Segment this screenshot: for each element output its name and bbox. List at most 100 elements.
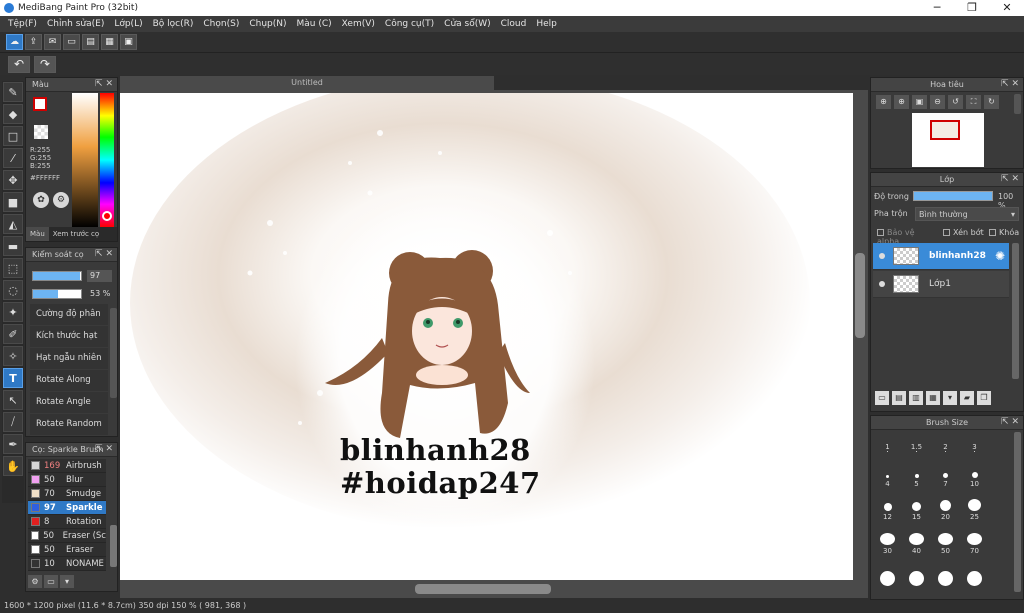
layer-opacity-slider[interactable]: [913, 191, 993, 201]
dot-tool-icon[interactable]: ⁄: [3, 148, 23, 168]
option-particle-size[interactable]: Kích thước hạt: [30, 326, 108, 347]
brush-size-option[interactable]: 10: [960, 466, 989, 488]
hue-slider[interactable]: [100, 93, 114, 227]
brush-menu-icon[interactable]: ▾: [60, 575, 74, 588]
brush-size-option[interactable]: [873, 566, 902, 588]
menu-file[interactable]: Tệp(F): [3, 16, 42, 32]
shape-tool-icon[interactable]: □: [3, 126, 23, 146]
magic-wand-tool-icon[interactable]: ✦: [3, 302, 23, 322]
navigator-viewport-frame[interactable]: [930, 120, 960, 140]
canvas-area[interactable]: blinhanh28 #hoidap247: [120, 90, 868, 598]
brush-item[interactable]: 10 NONAME: [28, 557, 106, 571]
new-8bit-layer-icon[interactable]: ▥: [909, 391, 923, 405]
brush-size-option[interactable]: 12: [873, 499, 902, 521]
brush-size-option[interactable]: 50: [931, 532, 960, 555]
brush-size-option[interactable]: 2: [931, 432, 960, 454]
brush-tool-icon[interactable]: ✎: [3, 82, 23, 102]
option-random-particles[interactable]: Hạt ngẫu nhiên: [30, 348, 108, 369]
lock-checkbox[interactable]: [989, 229, 996, 236]
brush-size-option[interactable]: 20: [931, 499, 960, 521]
zoom-in-icon[interactable]: ⊕: [894, 95, 909, 109]
select-pen-tool-icon[interactable]: ✐: [3, 324, 23, 344]
brush-size-option[interactable]: 25: [960, 499, 989, 521]
add-brush-icon[interactable]: ⚙: [28, 575, 42, 588]
move-tool-icon[interactable]: ✥: [3, 170, 23, 190]
blend-mode-select[interactable]: Bình thường ▾: [915, 207, 1019, 221]
option-rotate-angle[interactable]: Rotate Angle: [30, 392, 108, 413]
panel-close-icon[interactable]: ⇱ ✕: [95, 79, 113, 89]
chat-icon[interactable]: ▭: [63, 34, 80, 50]
horizontal-scrollbar[interactable]: [120, 582, 853, 596]
menu-filter[interactable]: Bộ lọc(R): [148, 16, 199, 32]
gear-icon[interactable]: ✺: [995, 249, 1005, 263]
panel-close-icon[interactable]: ⇱ ✕: [1001, 79, 1019, 89]
menu-help[interactable]: Help: [531, 16, 562, 32]
tab-color[interactable]: Màu: [26, 227, 49, 241]
brush-size-option[interactable]: [960, 566, 989, 588]
brush-size-option[interactable]: 1: [873, 432, 902, 454]
eyedropper-tool-icon[interactable]: ✒: [3, 434, 23, 454]
brush-size-option[interactable]: [931, 566, 960, 588]
brush-size-slider[interactable]: [32, 271, 82, 281]
option-rotate-along[interactable]: Rotate Along: [30, 370, 108, 391]
layer-item[interactable]: blinhanh28 ✺: [873, 243, 1009, 270]
color-settings-icon[interactable]: ⚙: [53, 192, 69, 208]
brush-size-option[interactable]: 5: [902, 466, 931, 488]
transparent-color-swatch[interactable]: [34, 125, 48, 139]
operation-tool-icon[interactable]: ↖: [3, 390, 23, 410]
brush-size-option[interactable]: [902, 566, 931, 588]
rotate-right-icon[interactable]: ↻: [984, 95, 999, 109]
bucket-tool-icon[interactable]: ◭: [3, 214, 23, 234]
brush-size-option[interactable]: 40: [902, 532, 931, 555]
divide-tool-icon[interactable]: ⧸: [3, 412, 23, 432]
clipping-checkbox[interactable]: [943, 229, 950, 236]
layer-list-scrollbar[interactable]: [1012, 243, 1019, 379]
brush-size-option[interactable]: 3: [960, 432, 989, 454]
gradient-tool-icon[interactable]: ▬: [3, 236, 23, 256]
panel-close-icon[interactable]: ⇱ ✕: [1001, 417, 1019, 427]
fill-rect-tool-icon[interactable]: ■: [3, 192, 23, 212]
brush-list-scrollbar[interactable]: [110, 525, 117, 567]
brush-item[interactable]: 50 Eraser (Sc: [28, 529, 106, 543]
menu-select[interactable]: Chọn(S): [198, 16, 244, 32]
horizontal-scroll-thumb[interactable]: [415, 584, 551, 594]
clipping-option[interactable]: Xén bớt: [943, 228, 988, 240]
zoom-icon[interactable]: ⊕: [876, 95, 891, 109]
new-halftone-layer-icon[interactable]: ▤: [892, 391, 906, 405]
foreground-color-swatch[interactable]: [33, 97, 47, 111]
layer-item[interactable]: Lớp1: [873, 271, 1009, 298]
panel-close-icon[interactable]: ⇱ ✕: [95, 249, 113, 259]
vertical-scroll-thumb[interactable]: [855, 253, 865, 338]
new-brush-icon[interactable]: ▭: [44, 575, 58, 588]
brush-size-option[interactable]: 4: [873, 466, 902, 488]
menu-edit[interactable]: Chỉnh sửa(E): [42, 16, 109, 32]
brush-size-option[interactable]: 70: [960, 532, 989, 555]
option-rotate-random[interactable]: Rotate Random: [30, 414, 108, 435]
brush-size-scrollbar[interactable]: [1014, 432, 1021, 592]
menu-window[interactable]: Cửa sổ(W): [439, 16, 495, 32]
fit-icon[interactable]: ▣: [912, 95, 927, 109]
tab-brush-preview[interactable]: Xem trước cọ: [49, 227, 103, 241]
select-rect-tool-icon[interactable]: ⬚: [3, 258, 23, 278]
folder-icon[interactable]: ▰: [960, 391, 974, 405]
protect-alpha-checkbox[interactable]: [877, 229, 884, 236]
panel-close-icon[interactable]: ⇱ ✕: [1001, 174, 1019, 184]
panel-layout-icon[interactable]: ▣: [120, 34, 137, 50]
navigator-scrollbar[interactable]: [1014, 94, 1021, 114]
upload-icon[interactable]: ⇪: [25, 34, 42, 50]
minimize-button[interactable]: ─: [920, 0, 954, 16]
add-layer-menu-icon[interactable]: ▾: [943, 391, 957, 405]
brush-opacity-slider[interactable]: [32, 289, 82, 299]
brush-size-option[interactable]: 15: [902, 499, 931, 521]
menu-view[interactable]: Xem(V): [337, 16, 380, 32]
grid-icon[interactable]: ▦: [101, 34, 118, 50]
drawing-canvas[interactable]: blinhanh28 #hoidap247: [120, 93, 853, 580]
menu-snap[interactable]: Chụp(N): [244, 16, 291, 32]
brush-item[interactable]: 8 Rotation: [28, 515, 106, 529]
hue-slider-knob[interactable]: [102, 211, 112, 221]
visibility-icon[interactable]: [879, 281, 885, 287]
rotate-left-icon[interactable]: ↺: [948, 95, 963, 109]
brush-control-scrollbar[interactable]: [110, 308, 117, 398]
brush-size-option[interactable]: 1.5: [902, 432, 931, 454]
maximize-button[interactable]: ❐: [955, 0, 989, 16]
